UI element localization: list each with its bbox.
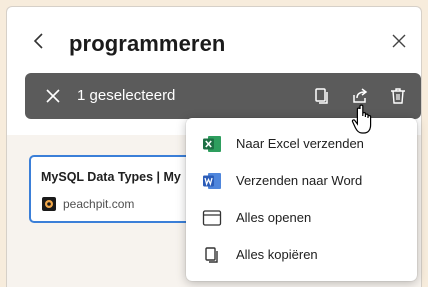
copy-icon bbox=[202, 245, 222, 265]
close-icon bbox=[46, 89, 60, 103]
chevron-left-icon bbox=[33, 33, 43, 49]
copy-button[interactable] bbox=[311, 85, 333, 107]
mouse-cursor-icon bbox=[351, 104, 372, 134]
close-icon bbox=[392, 34, 406, 48]
menu-item-copy-all[interactable]: Alles kopiëren bbox=[186, 237, 417, 273]
menu-item-label: Alles openen bbox=[236, 210, 312, 225]
delete-button[interactable] bbox=[387, 85, 409, 107]
menu-item-label: Verzenden naar Word bbox=[236, 173, 363, 188]
close-button[interactable] bbox=[387, 29, 411, 53]
panel-header: programmeren bbox=[7, 7, 421, 77]
selection-count: 1 geselecteerd bbox=[77, 87, 176, 104]
menu-item-send-to-word[interactable]: Verzenden naar Word bbox=[186, 163, 417, 199]
trash-icon bbox=[391, 88, 405, 104]
back-button[interactable] bbox=[27, 29, 51, 53]
excel-icon bbox=[202, 134, 222, 154]
share-icon bbox=[353, 88, 368, 103]
peachpit-favicon-icon bbox=[42, 197, 56, 211]
menu-item-label: Alles kopiëren bbox=[236, 247, 318, 262]
word-icon bbox=[202, 171, 222, 191]
card-site: peachpit.com bbox=[63, 197, 135, 211]
copy-icon bbox=[315, 88, 328, 104]
share-menu: Naar Excel verzenden Verzenden naar Word… bbox=[186, 118, 417, 281]
menu-item-open-all[interactable]: Alles openen bbox=[186, 200, 417, 236]
menu-item-send-to-excel[interactable]: Naar Excel verzenden bbox=[186, 126, 417, 162]
clear-selection-button[interactable] bbox=[41, 84, 65, 108]
page-title: programmeren bbox=[69, 31, 226, 56]
menu-item-label: Naar Excel verzenden bbox=[236, 136, 364, 151]
card-title: MySQL Data Types | My bbox=[41, 170, 181, 184]
window-icon bbox=[202, 208, 222, 228]
